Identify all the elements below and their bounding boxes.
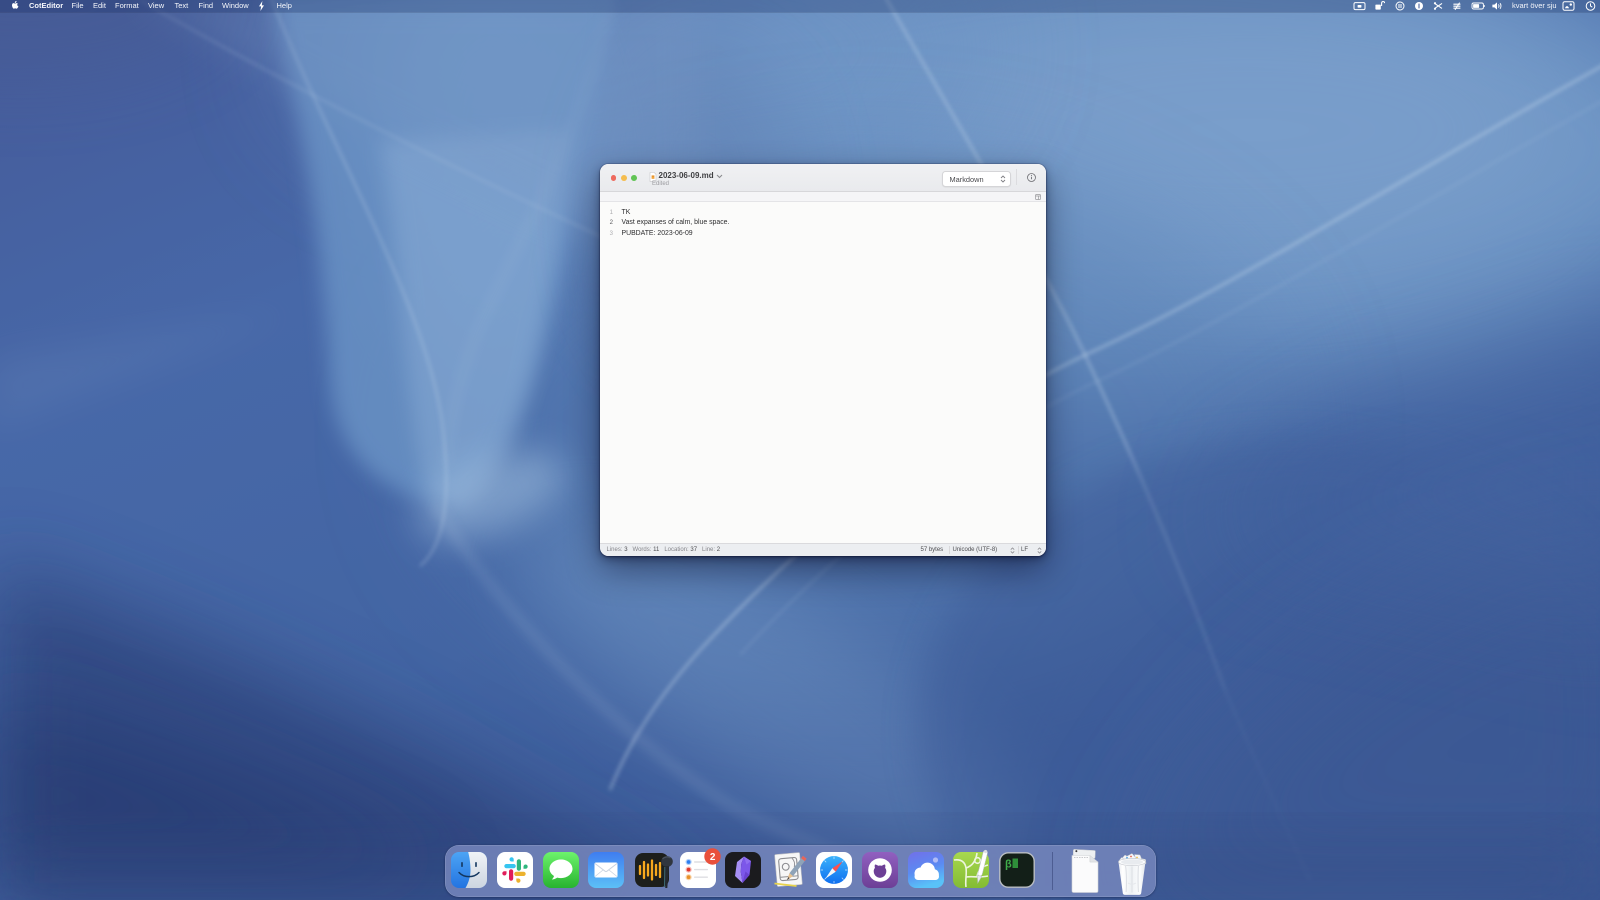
svg-text:β: β	[1005, 859, 1012, 871]
svg-text:2: 2	[710, 852, 716, 863]
